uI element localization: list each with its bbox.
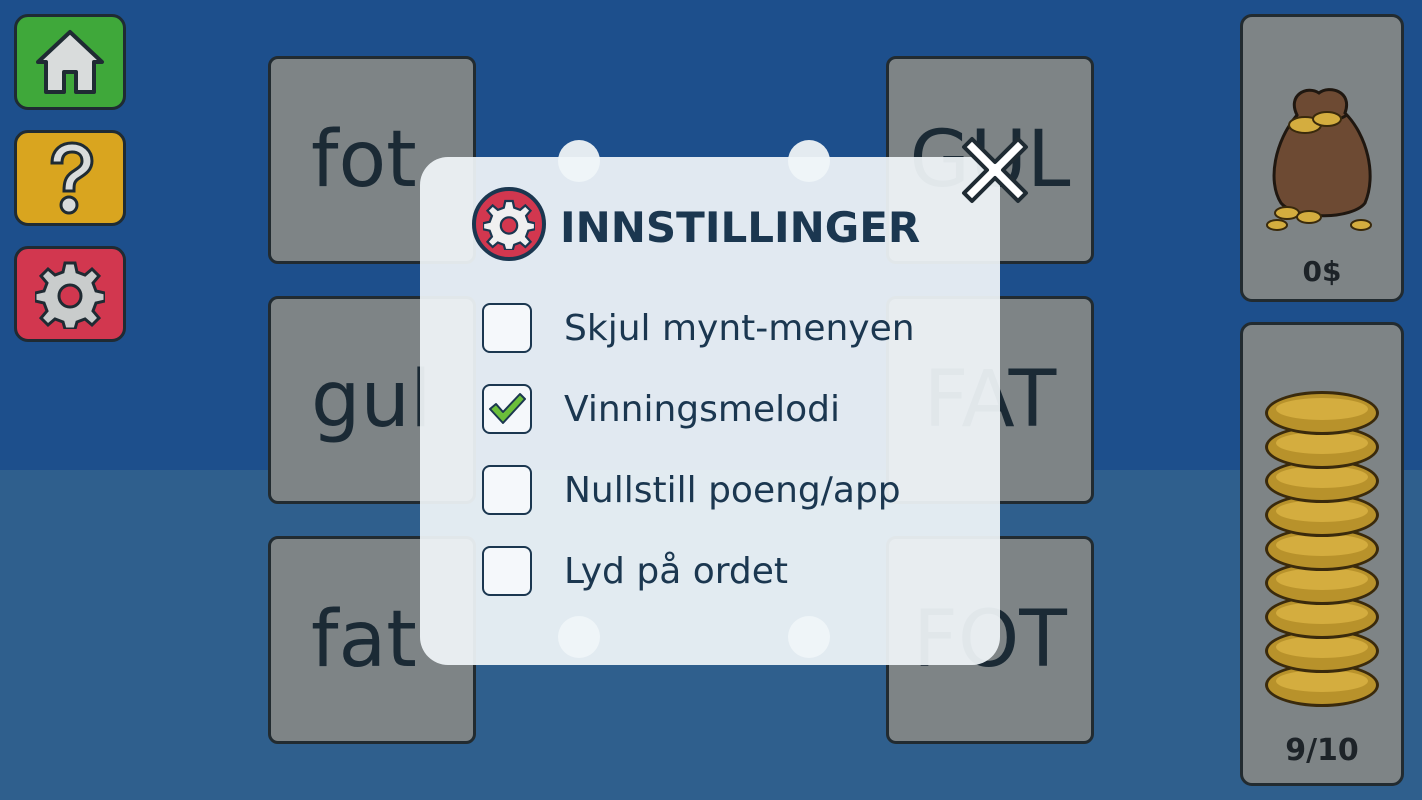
option-label: Skjul mynt-menyen [564,307,915,349]
word-card-text: gul [311,355,432,445]
close-icon [962,137,1028,203]
option-winning-melody[interactable]: Vinningsmelodi [482,384,840,434]
settings-button[interactable] [14,246,126,342]
money-label: 0$ [1302,255,1342,288]
money-bag-icon [1266,88,1372,231]
progress-label: 9/10 [1285,733,1359,768]
close-button[interactable] [958,133,1032,207]
home-icon [36,30,104,94]
settings-gear-icon [472,187,546,261]
checkbox-reset-score[interactable] [482,465,532,515]
option-hide-coin-menu[interactable]: Skjul mynt-menyen [482,303,915,353]
option-label: Nullstill poeng/app [564,469,901,511]
checkbox-winning-melody[interactable] [482,384,532,434]
checkbox-hide-coin-menu[interactable] [482,303,532,353]
word-card-text: fat [311,595,417,685]
word-card-text: fot [311,115,417,205]
option-word-sound[interactable]: Lyd på ordet [482,546,788,596]
modal-title: INNSTILLINGER [560,203,921,252]
question-icon [50,141,94,215]
check-mark-icon [489,393,526,424]
coin-bag-panel: 0$ [1240,14,1404,302]
option-label: Lyd på ordet [564,550,789,592]
coin-stack-panel: 9/10 [1240,322,1404,786]
checkbox-word-sound[interactable] [482,546,532,596]
option-reset-score[interactable]: Nullstill poeng/app [482,465,901,515]
gear-icon [35,261,105,329]
home-button[interactable] [14,14,126,110]
option-label: Vinningsmelodi [564,388,840,430]
settings-modal: INNSTILLINGER Skjul mynt-menyen Vinnings… [420,137,1028,665]
help-button[interactable] [14,130,126,226]
